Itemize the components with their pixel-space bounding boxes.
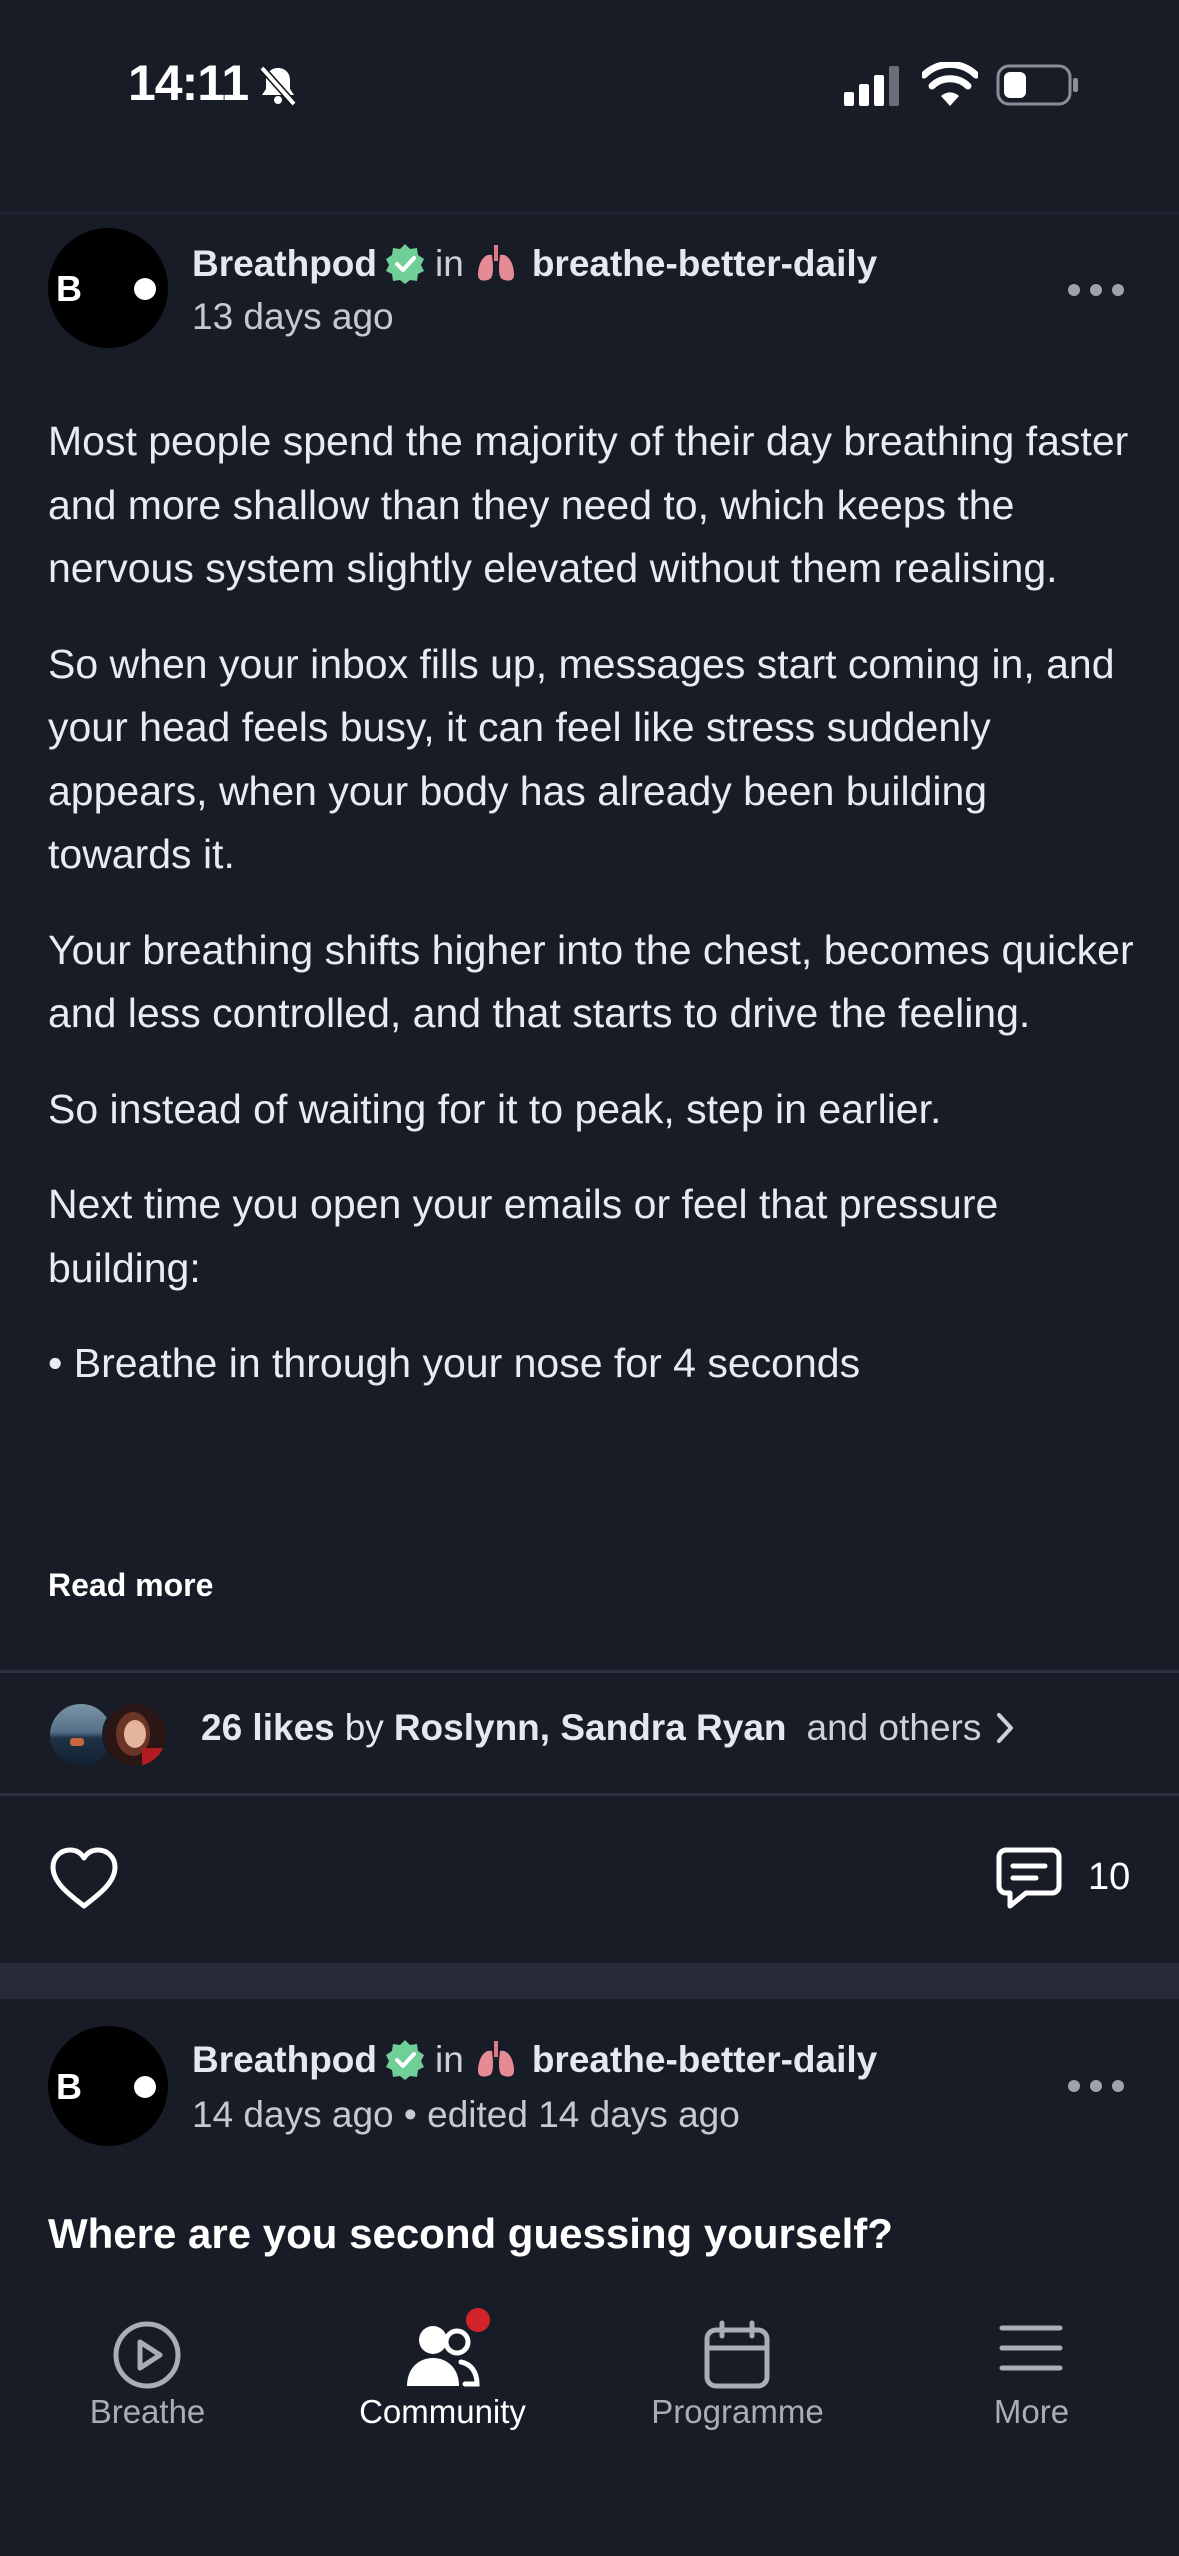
post-author-line: Breathpod in breathe-better-daily bbox=[192, 2038, 877, 2082]
chevron-right-icon bbox=[997, 1713, 1014, 1743]
lungs-icon bbox=[477, 245, 514, 281]
community-link[interactable]: breathe-better-daily bbox=[532, 2039, 877, 2081]
nav-more[interactable]: More bbox=[884, 2296, 1179, 2496]
avatar-dot bbox=[134, 278, 156, 300]
author-name[interactable]: Breathpod bbox=[192, 243, 377, 285]
wifi-icon bbox=[922, 62, 978, 106]
bell-slash-icon bbox=[259, 65, 297, 107]
post-author-line: Breathpod in breathe-better-daily bbox=[192, 242, 877, 286]
likes-summary[interactable]: 26 likes by Roslynn, Sandra Ryan and oth… bbox=[201, 1707, 1017, 1749]
play-circle-icon bbox=[113, 2321, 181, 2389]
nav-label: More bbox=[993, 2393, 1070, 2430]
post-separator bbox=[0, 1963, 1179, 1999]
read-more-link[interactable]: Read more bbox=[48, 1567, 213, 1604]
divider bbox=[0, 1670, 1179, 1673]
likes-others: and others bbox=[806, 1707, 982, 1748]
likes-by-word: by bbox=[344, 1707, 384, 1748]
avatar[interactable]: B bbox=[48, 2026, 168, 2146]
post-paragraph: Next time you open your emails or feel t… bbox=[48, 1181, 999, 1291]
likes-count: 26 likes bbox=[201, 1707, 335, 1748]
more-options-icon[interactable] bbox=[1066, 2076, 1126, 2096]
nav-programme[interactable]: Programme bbox=[590, 2296, 885, 2496]
text-fade-overlay bbox=[0, 1380, 1179, 1510]
status-time: 14:11 bbox=[128, 55, 249, 111]
post-title[interactable]: Where are you second guessing yourself? bbox=[48, 2210, 893, 2258]
nav-community[interactable]: Community bbox=[295, 2296, 590, 2496]
avatar-letter: B bbox=[56, 268, 82, 309]
verified-badge-icon bbox=[386, 2040, 424, 2080]
heart-icon[interactable] bbox=[48, 1846, 120, 1912]
divider bbox=[0, 1793, 1179, 1796]
lungs-icon bbox=[477, 2041, 514, 2077]
signal-icon bbox=[844, 66, 899, 106]
in-word: in bbox=[435, 243, 464, 284]
post-paragraph: Your breathing shifts higher into the ch… bbox=[48, 926, 1134, 1037]
post-timestamp: 13 days ago bbox=[192, 296, 394, 337]
header-divider bbox=[0, 212, 1179, 214]
nav-label: Programme bbox=[651, 2393, 824, 2430]
nav-label: Community bbox=[359, 2393, 526, 2430]
battery-icon bbox=[996, 64, 1078, 106]
post-timestamp: 14 days ago • edited 14 days ago bbox=[192, 2094, 740, 2135]
post-paragraph: So instead of waiting for it to peak, st… bbox=[48, 1085, 942, 1132]
comment-count: 10 bbox=[1088, 1856, 1131, 1898]
notification-badge bbox=[466, 2308, 490, 2332]
likers-names: Roslynn, Sandra Ryan bbox=[393, 1707, 787, 1748]
avatar-dot bbox=[134, 2076, 156, 2098]
nav-breathe[interactable]: Breathe bbox=[0, 2296, 295, 2496]
author-name[interactable]: Breathpod bbox=[192, 2039, 377, 2081]
liker-avatar bbox=[102, 1702, 168, 1768]
post-paragraph: Most people spend the majority of their … bbox=[48, 418, 1129, 591]
post-paragraph: So when your inbox fills up, messages st… bbox=[48, 640, 1115, 878]
in-word: in bbox=[435, 2039, 464, 2080]
bottom-nav: Breathe Community Programme More bbox=[0, 2296, 1179, 2556]
avatar[interactable]: B bbox=[48, 228, 168, 348]
verified-badge-icon bbox=[386, 244, 424, 284]
people-icon bbox=[407, 2326, 480, 2387]
avatar-letter: B bbox=[56, 2066, 82, 2107]
nav-label: Breathe bbox=[89, 2393, 206, 2430]
menu-icon bbox=[999, 2325, 1063, 2371]
community-link[interactable]: breathe-better-daily bbox=[532, 243, 877, 285]
calendar-icon bbox=[704, 2320, 770, 2389]
post-body: Most people spend the majority of their … bbox=[48, 410, 1138, 1490]
more-options-icon[interactable] bbox=[1066, 280, 1126, 300]
comment-icon bbox=[996, 1847, 1062, 1909]
